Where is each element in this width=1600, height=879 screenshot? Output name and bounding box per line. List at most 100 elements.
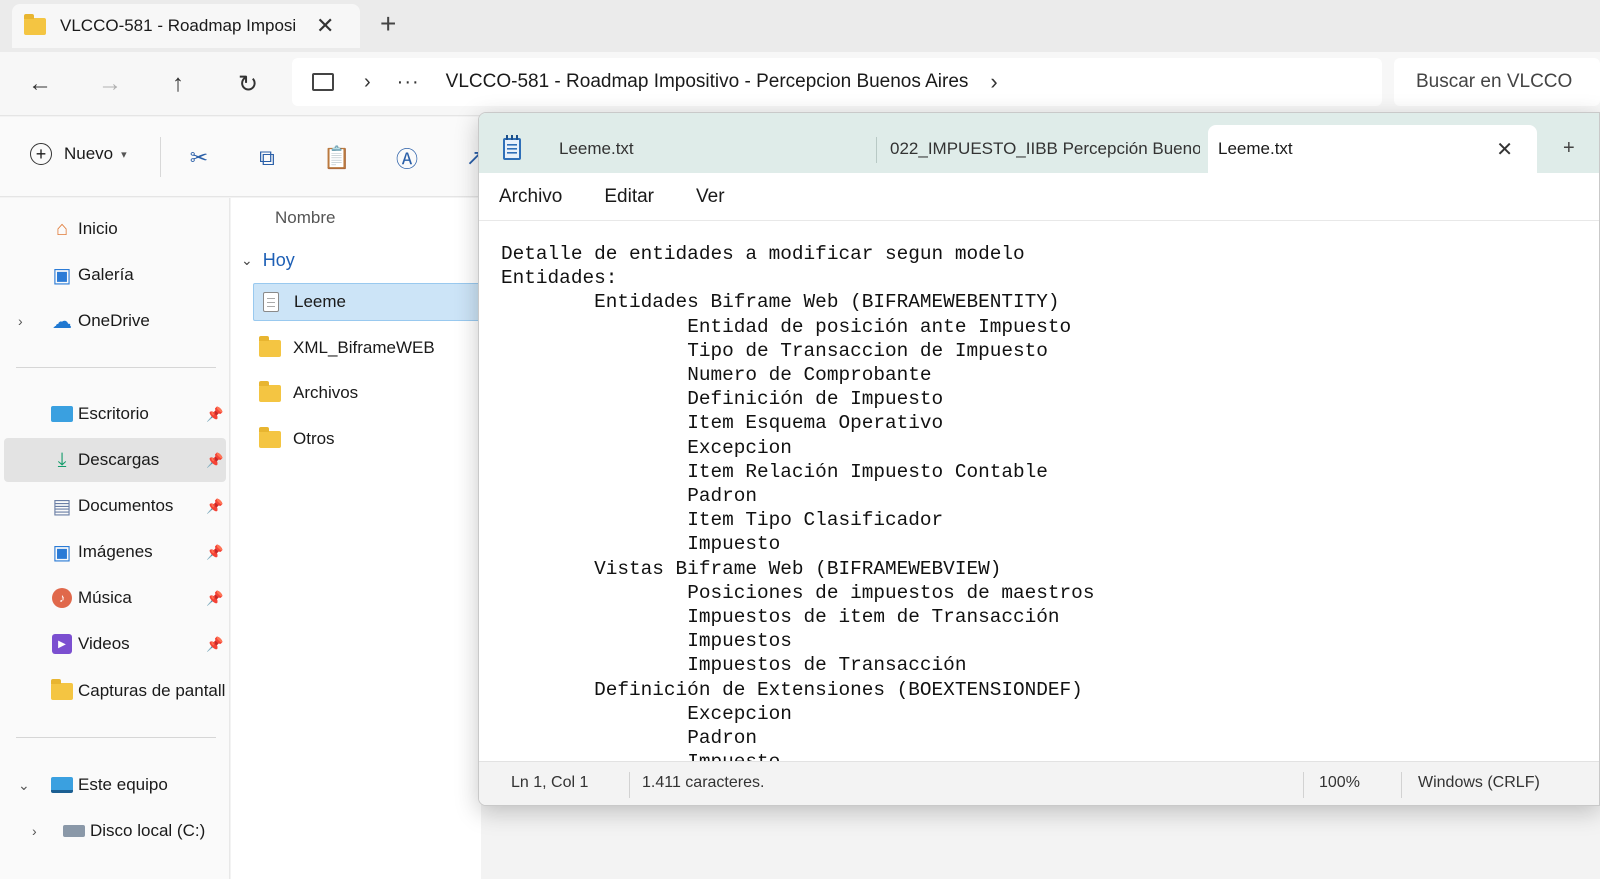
new-tab-button[interactable]: + [380,8,396,40]
folder-icon [259,380,281,402]
sidebar-item-videos[interactable]: ▶ Videos 📌 [4,622,226,666]
copy-icon[interactable]: ⧉ [250,141,284,175]
cut-icon[interactable]: ✂ [182,141,216,175]
sidebar-item-este-equipo[interactable]: ⌄ Este equipo [4,763,226,807]
notepad-icon [503,135,521,160]
sidebar-item-imagenes[interactable]: ▣ Imágenes 📌 [4,530,226,574]
list-item[interactable]: Archivos [253,374,483,412]
close-icon[interactable]: ✕ [316,13,334,39]
pin-icon[interactable]: 📌 [206,636,223,653]
up-button[interactable]: ↑ [160,66,196,102]
chevron-right-icon[interactable]: › [990,69,997,95]
search-input[interactable]: Buscar en VLCCO [1394,58,1600,106]
cloud-icon: ☁ [52,310,72,333]
new-tab-button[interactable]: + [1563,137,1575,160]
address-bar[interactable]: › ··· VLCCO-581 - Roadmap Impositivo - P… [292,58,1382,106]
chevron-down-icon: ▾ [121,148,127,161]
back-button[interactable]: ← [22,66,58,102]
tab-divider [876,137,877,163]
menu-archivo[interactable]: Archivo [499,186,562,208]
pin-icon[interactable]: 📌 [206,590,223,607]
menu-ver[interactable]: Ver [696,186,725,208]
folder-icon [50,678,74,703]
editor-content: Detalle de entidades a modificar segun m… [501,243,1095,762]
download-icon: ⤓ [57,448,67,471]
list-item[interactable]: Otros [253,420,483,458]
navigation-pane: ⌂ Inicio ▣ Galería › ☁ OneDrive Escritor… [0,198,230,879]
status-divider [1303,772,1304,798]
sidebar-item-documentos[interactable]: ▤ Documentos 📌 [4,484,226,528]
arrow-right-icon: → [98,70,122,97]
plus-icon: + [30,143,52,165]
list-item[interactable]: XML_BiframeWEB [253,329,483,367]
sidebar-item-galeria[interactable]: ▣ Galería [4,253,226,297]
explorer-toolbar: + Nuevo ▾ ✂ ⧉ 📋 Ⓐ ↗ [0,117,484,197]
paste-icon[interactable]: 📋 [320,141,354,175]
image-icon: ▣ [52,541,72,564]
pin-icon[interactable]: 📌 [206,544,223,561]
home-icon: ⌂ [55,217,69,240]
forward-button[interactable]: → [92,66,128,102]
sidebar-item-descargas[interactable]: ⤓ Descargas 📌 [4,438,226,482]
notepad-tab[interactable]: 022_IMPUESTO_IIBB Percepción Buenos [890,125,1200,173]
status-line-ending[interactable]: Windows (CRLF) [1418,774,1540,792]
folder-icon [24,13,46,35]
computer-icon [50,773,74,797]
sidebar-item-label: Inicio [78,219,118,238]
notepad-tab-active[interactable]: Leeme.txt ✕ [1208,125,1537,173]
pin-icon[interactable]: 📌 [206,498,223,515]
sidebar-divider [16,737,216,738]
chevron-right-icon[interactable]: › [32,823,37,839]
sidebar-item-inicio[interactable]: ⌂ Inicio [4,207,226,251]
file-name: Archivos [293,383,359,402]
pin-icon[interactable]: 📌 [206,452,223,469]
group-header[interactable]: ⌄ Hoy [241,250,295,271]
notepad-tab[interactable]: Leeme.txt [559,125,859,173]
desktop-icon [50,402,74,426]
status-zoom[interactable]: 100% [1319,774,1360,792]
file-list: Nombre ⌄ Hoy Leeme XML_BiframeWEB Archiv… [231,198,483,879]
status-character-count: 1.411 caracteres. [642,774,765,791]
explorer-tab-bar: VLCCO-581 - Roadmap Imposi ✕ + [0,0,1600,52]
pin-icon[interactable]: 📌 [206,406,223,423]
tab-label: 022_IMPUESTO_IIBB Percepción Buenos [890,139,1200,158]
video-icon: ▶ [50,632,74,656]
chevron-down-icon: ⌄ [241,252,253,268]
chevron-right-icon[interactable]: › [364,71,371,94]
sidebar-item-escritorio[interactable]: Escritorio 📌 [4,392,226,436]
address-path[interactable]: VLCCO-581 - Roadmap Impositivo - Percepc… [446,71,969,93]
status-divider [629,772,630,798]
new-button[interactable]: + Nuevo ▾ [30,143,127,165]
notepad-menu-bar: Archivo Editar Ver [479,173,1599,221]
sidebar-item-label: OneDrive [78,311,150,330]
menu-editar[interactable]: Editar [604,186,654,208]
folder-icon [259,335,281,357]
refresh-button[interactable]: ↻ [230,66,266,102]
folder-icon [259,426,281,448]
arrow-left-icon: ← [28,70,52,97]
refresh-icon: ↻ [237,70,259,98]
close-icon[interactable]: ✕ [1496,137,1513,162]
sidebar-item-label: Galería [78,265,134,284]
sidebar-item-onedrive[interactable]: › ☁ OneDrive [4,299,226,343]
sidebar-item-musica[interactable]: ♪ Música 📌 [4,576,226,620]
column-header-name[interactable]: Nombre [275,208,335,228]
sidebar-item-disco-local[interactable]: › Disco local (C:) [4,809,226,853]
arrow-up-icon: ↑ [172,70,184,97]
more-icon[interactable]: ··· [397,71,420,94]
group-label: Hoy [262,250,295,270]
sidebar-divider [16,367,216,368]
toolbar-divider [160,137,161,177]
text-editor[interactable]: Detalle de entidades a modificar segun m… [479,222,1599,762]
navigation-bar: ← → ↑ ↻ › ··· VLCCO-581 - Roadmap Imposi… [0,52,1600,116]
sidebar-item-capturas[interactable]: Capturas de pantall [4,669,226,713]
music-icon: ♪ [50,586,74,610]
drive-icon [62,819,86,843]
chevron-right-icon[interactable]: › [18,313,23,329]
chevron-down-icon[interactable]: ⌄ [18,777,30,794]
notepad-window: Leeme.txt 022_IMPUESTO_IIBB Percepción B… [478,112,1600,806]
explorer-tab[interactable]: VLCCO-581 - Roadmap Imposi ✕ [12,4,360,48]
status-divider [1401,772,1402,798]
rename-icon[interactable]: Ⓐ [390,141,424,175]
list-item[interactable]: Leeme [253,283,483,321]
